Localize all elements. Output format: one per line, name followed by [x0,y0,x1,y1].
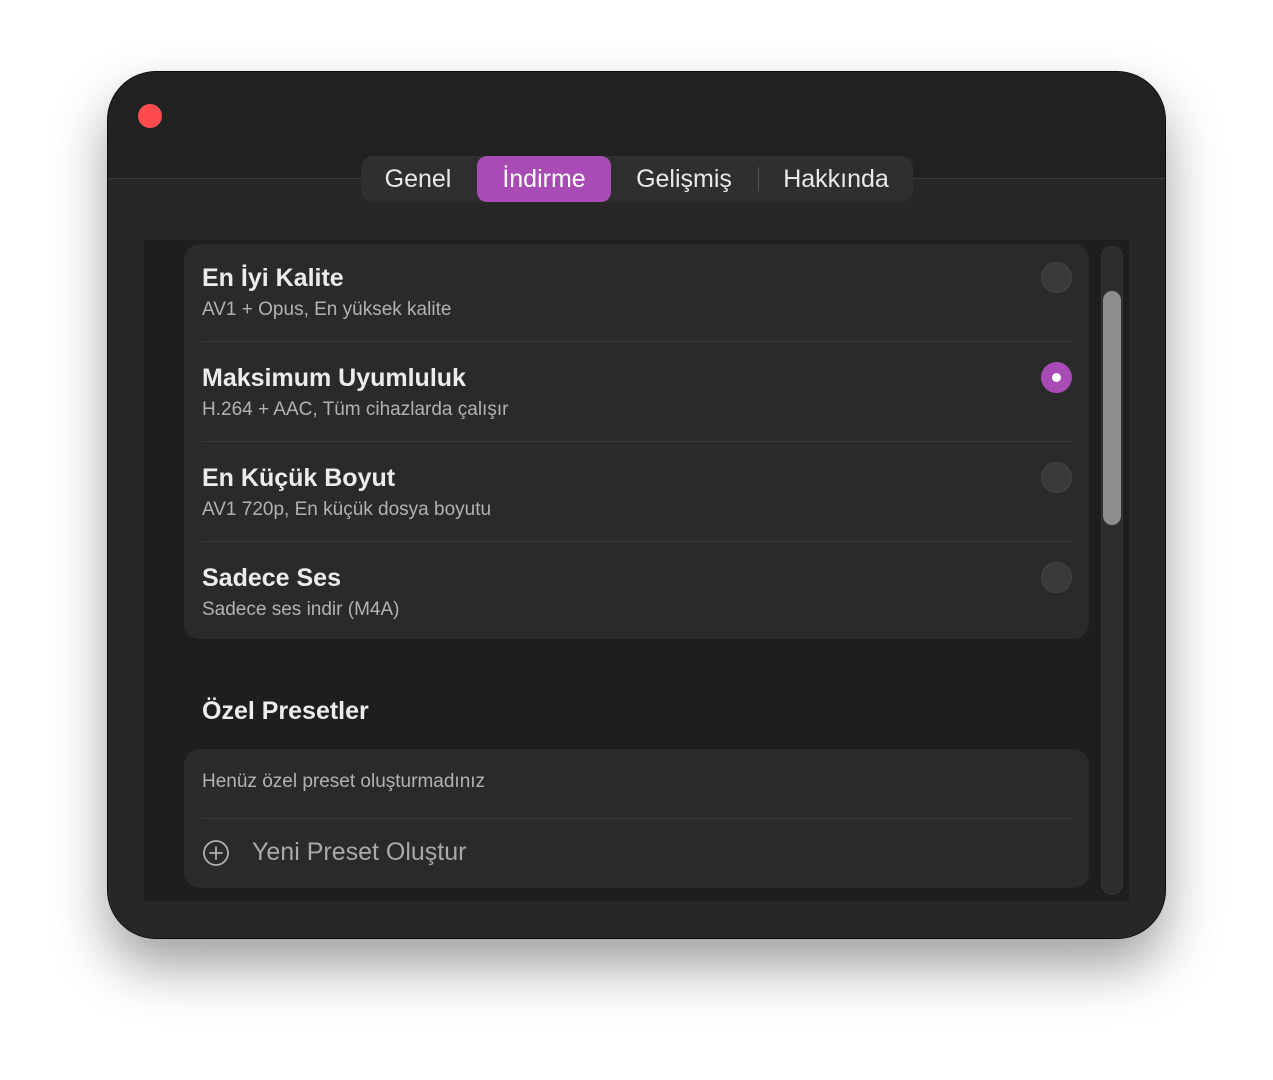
tab-gelismis[interactable]: Gelişmiş [613,156,755,202]
vertical-scrollbar[interactable] [1101,246,1123,895]
new-preset-button[interactable]: Yeni Preset Oluştur [202,819,1072,888]
new-preset-label: Yeni Preset Oluştur [252,838,467,866]
row-divider [202,441,1072,442]
plus-circle-icon [203,840,229,866]
radio-button[interactable] [1041,562,1072,593]
preset-title: Sadece Ses [202,564,341,592]
preset-subtitle: H.264 + AAC, Tüm cihazlarda çalışır [202,399,509,420]
tab-divider [758,167,759,191]
custom-presets-heading: Özel Presetler [202,697,369,725]
scrollbar-thumb[interactable] [1103,291,1121,525]
presets-card: En İyi Kalite AV1 + Opus, En yüksek kali… [184,244,1089,639]
content-area: En İyi Kalite AV1 + Opus, En yüksek kali… [108,179,1165,938]
preset-title: Maksimum Uyumluluk [202,364,466,392]
tab-hakkinda[interactable]: Hakkında [761,156,911,202]
empty-state-text: Henüz özel preset oluşturmadınız [202,771,486,792]
preset-subtitle: AV1 720p, En küçük dosya boyutu [202,499,492,520]
preset-row-audio-only[interactable]: Sadece Ses Sadece ses indir (M4A) [202,544,1072,644]
preset-subtitle: Sadece ses indir (M4A) [202,599,400,620]
preset-title: En İyi Kalite [202,264,344,292]
tab-indirme[interactable]: İndirme [477,156,611,202]
radio-button[interactable] [1041,462,1072,493]
custom-presets-card: Henüz özel preset oluşturmadınız Yeni Pr… [184,749,1089,888]
radio-button[interactable] [1041,262,1072,293]
preset-row-best-quality[interactable]: En İyi Kalite AV1 + Opus, En yüksek kali… [202,244,1072,344]
radio-button-selected[interactable] [1041,362,1072,393]
close-button[interactable] [138,104,162,128]
preferences-window: Genel İndirme Gelişmiş Hakkında En İyi K… [108,72,1165,938]
tab-bar: Genel İndirme Gelişmiş Hakkında [361,156,913,202]
preset-title: En Küçük Boyut [202,464,396,492]
row-divider [202,541,1072,542]
preset-subtitle: AV1 + Opus, En yüksek kalite [202,299,452,320]
preset-row-max-compat[interactable]: Maksimum Uyumluluk H.264 + AAC, Tüm ciha… [202,344,1072,444]
preset-row-smallest-size[interactable]: En Küçük Boyut AV1 720p, En küçük dosya … [202,444,1072,544]
scroll-area: En İyi Kalite AV1 + Opus, En yüksek kali… [144,240,1129,901]
row-divider [202,341,1072,342]
tab-genel[interactable]: Genel [361,156,475,202]
